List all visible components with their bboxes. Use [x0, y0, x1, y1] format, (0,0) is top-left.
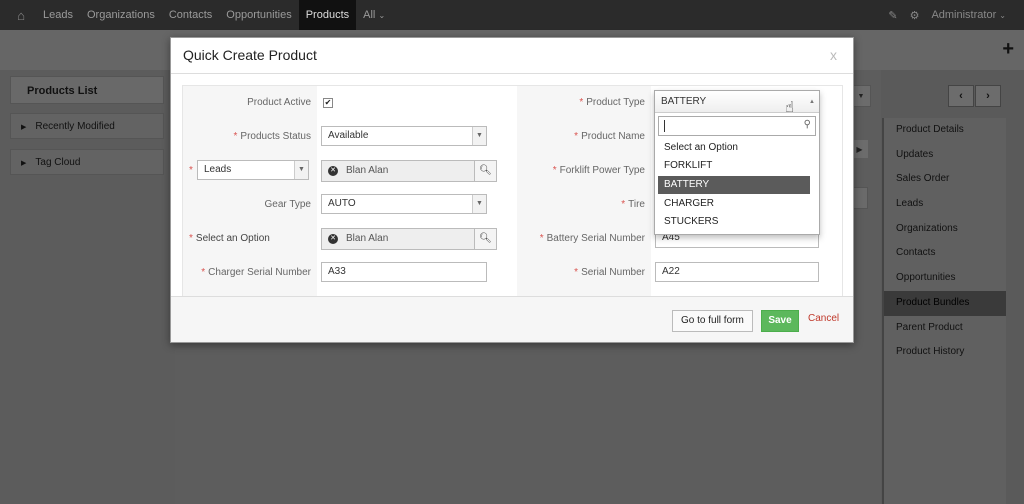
clear-icon[interactable]: ✕ — [328, 234, 338, 244]
brush-icon[interactable]: ✎ — [888, 9, 897, 22]
dropdown-option[interactable]: Select an Option — [658, 139, 810, 157]
related-list-panel: Product Details Updates Sales Order Lead… — [882, 118, 1006, 504]
sidebar-item-label: Tag Cloud — [35, 157, 81, 168]
field-label: * Charger Serial Number — [183, 256, 317, 290]
field-value: ✕ Blan Alan 🔍︎ — [317, 222, 517, 256]
user-name: Administrator — [931, 9, 997, 21]
related-product-history[interactable]: Product History — [884, 340, 1006, 365]
chevron-up-icon: ▲ — [809, 99, 815, 105]
go-to-full-form-button[interactable]: Go to full form — [672, 310, 753, 332]
text-cursor — [664, 120, 665, 132]
search-icon[interactable]: 🔍︎ — [474, 161, 496, 181]
chevron-down-icon: ▼ — [294, 161, 308, 179]
related-updates[interactable]: Updates — [884, 143, 1006, 168]
gear-type-select[interactable]: AUTO ▼ — [321, 194, 487, 214]
modal-footer: Go to full form Save Cancel — [171, 296, 853, 342]
nav-all-label: All — [363, 9, 376, 21]
field-value: A33 — [317, 256, 517, 290]
plus-icon[interactable]: + — [1002, 38, 1014, 61]
product-type-dropdown: BATTERY ▲ ⚲ Select an Option FORKLIFT BAT… — [654, 90, 820, 235]
caret-right-icon: ▶ — [21, 160, 27, 167]
product-type-select[interactable]: BATTERY ▲ — [655, 91, 819, 113]
field-label: * Product Type — [517, 86, 651, 120]
home-icon[interactable]: ⌂ — [6, 0, 36, 30]
search-icon[interactable]: 🔍︎ — [474, 229, 496, 249]
close-icon[interactable]: x — [830, 47, 837, 63]
option-reference-field[interactable]: ✕ Blan Alan 🔍︎ — [321, 228, 497, 250]
chevron-down-icon: ▼ — [472, 195, 486, 213]
related-product-details[interactable]: Product Details — [884, 118, 1006, 143]
related-parent-product[interactable]: Parent Product — [884, 316, 1006, 341]
field-label: * Serial Number — [517, 256, 651, 290]
prev-record-button[interactable]: ‹ — [948, 85, 974, 107]
field-label: * Product Name — [517, 120, 651, 154]
field-label: Gear Type — [183, 188, 317, 222]
sidebar-item-label: Recently Modified — [35, 121, 115, 132]
field-label: * Leads ▼ — [183, 154, 317, 188]
product-active-checkbox[interactable]: ✔ — [323, 98, 333, 108]
user-menu[interactable]: Administrator ⌄ — [931, 9, 1006, 21]
nav-all[interactable]: All ⌄ — [356, 0, 392, 30]
serial-number-input[interactable]: A22 — [655, 262, 819, 282]
nav-opportunities[interactable]: Opportunities — [219, 0, 298, 30]
record-pager: ‹ › — [948, 85, 1001, 107]
charger-serial-input[interactable]: A33 — [321, 262, 487, 282]
gear-icon[interactable]: ⚙ — [910, 9, 920, 22]
chevron-down-icon[interactable]: ▼ — [851, 85, 871, 107]
next-record-button[interactable]: › — [975, 85, 1001, 107]
save-button[interactable]: Save — [761, 310, 799, 332]
field-value: Available ▼ — [317, 120, 517, 154]
form-row: * Charger Serial Number A33 * Serial Numbe… — [183, 256, 842, 290]
field-label: * Tire — [517, 188, 651, 222]
field-label: Product Active — [183, 86, 317, 120]
dropdown-option[interactable]: FORKLIFT — [658, 157, 810, 175]
search-icon: ⚲ — [803, 119, 811, 130]
related-product-bundles[interactable]: Product Bundles — [884, 290, 1006, 316]
sidebar-item-tag-cloud[interactable]: ▶ Tag Cloud — [10, 149, 164, 175]
related-contacts[interactable]: Contacts — [884, 241, 1006, 266]
field-value: A22 — [651, 256, 842, 290]
sidebar-item-recently-modified[interactable]: ▶ Recently Modified — [10, 113, 164, 139]
nav-products[interactable]: Products — [298, 0, 357, 30]
field-label: * Battery Serial Number — [517, 222, 651, 256]
hand-cursor-icon: ☝ — [785, 99, 795, 116]
modal-title: Quick Create Product — [183, 47, 317, 63]
products-status-select[interactable]: Available ▼ — [321, 126, 487, 146]
nav-leads[interactable]: Leads — [36, 0, 80, 30]
caret-right-icon: ▶ — [21, 124, 27, 131]
related-opportunities[interactable]: Opportunities — [884, 266, 1006, 291]
field-value: ✕ Blan Alan 🔍︎ — [317, 154, 517, 188]
field-label: * Forklift Power Type — [517, 154, 651, 188]
clear-icon[interactable]: ✕ — [328, 166, 338, 176]
leads-reference-field[interactable]: ✕ Blan Alan 🔍︎ — [321, 160, 497, 182]
top-navbar: ⌂ Leads Organizations Contacts Opportuni… — [0, 0, 1024, 30]
field-label: * Products Status — [183, 120, 317, 154]
nav-contacts[interactable]: Contacts — [162, 0, 219, 30]
field-value: ✔ — [317, 86, 517, 120]
related-organizations[interactable]: Organizations — [884, 217, 1006, 242]
dropdown-search-input[interactable]: ⚲ — [658, 116, 816, 136]
related-leads[interactable]: Leads — [884, 192, 1006, 217]
leads-type-select[interactable]: Leads ▼ — [197, 160, 309, 180]
dropdown-option[interactable]: CHARGER — [658, 195, 810, 213]
field-value: AUTO ▼ — [317, 188, 517, 222]
chevron-down-icon: ⌄ — [378, 11, 386, 20]
products-list-title: Products List — [10, 76, 164, 104]
nav-organizations[interactable]: Organizations — [80, 0, 162, 30]
chevron-down-icon: ⌄ — [999, 11, 1006, 20]
cancel-link[interactable]: Cancel — [808, 313, 839, 324]
chevron-down-icon: ▼ — [472, 127, 486, 145]
field-label: * Select an Option — [183, 222, 317, 256]
dropdown-option[interactable]: STUCKERS — [658, 213, 810, 231]
related-sales-order[interactable]: Sales Order — [884, 167, 1006, 192]
dropdown-option-highlighted[interactable]: BATTERY — [658, 176, 810, 194]
modal-header: Quick Create Product x — [171, 38, 853, 74]
